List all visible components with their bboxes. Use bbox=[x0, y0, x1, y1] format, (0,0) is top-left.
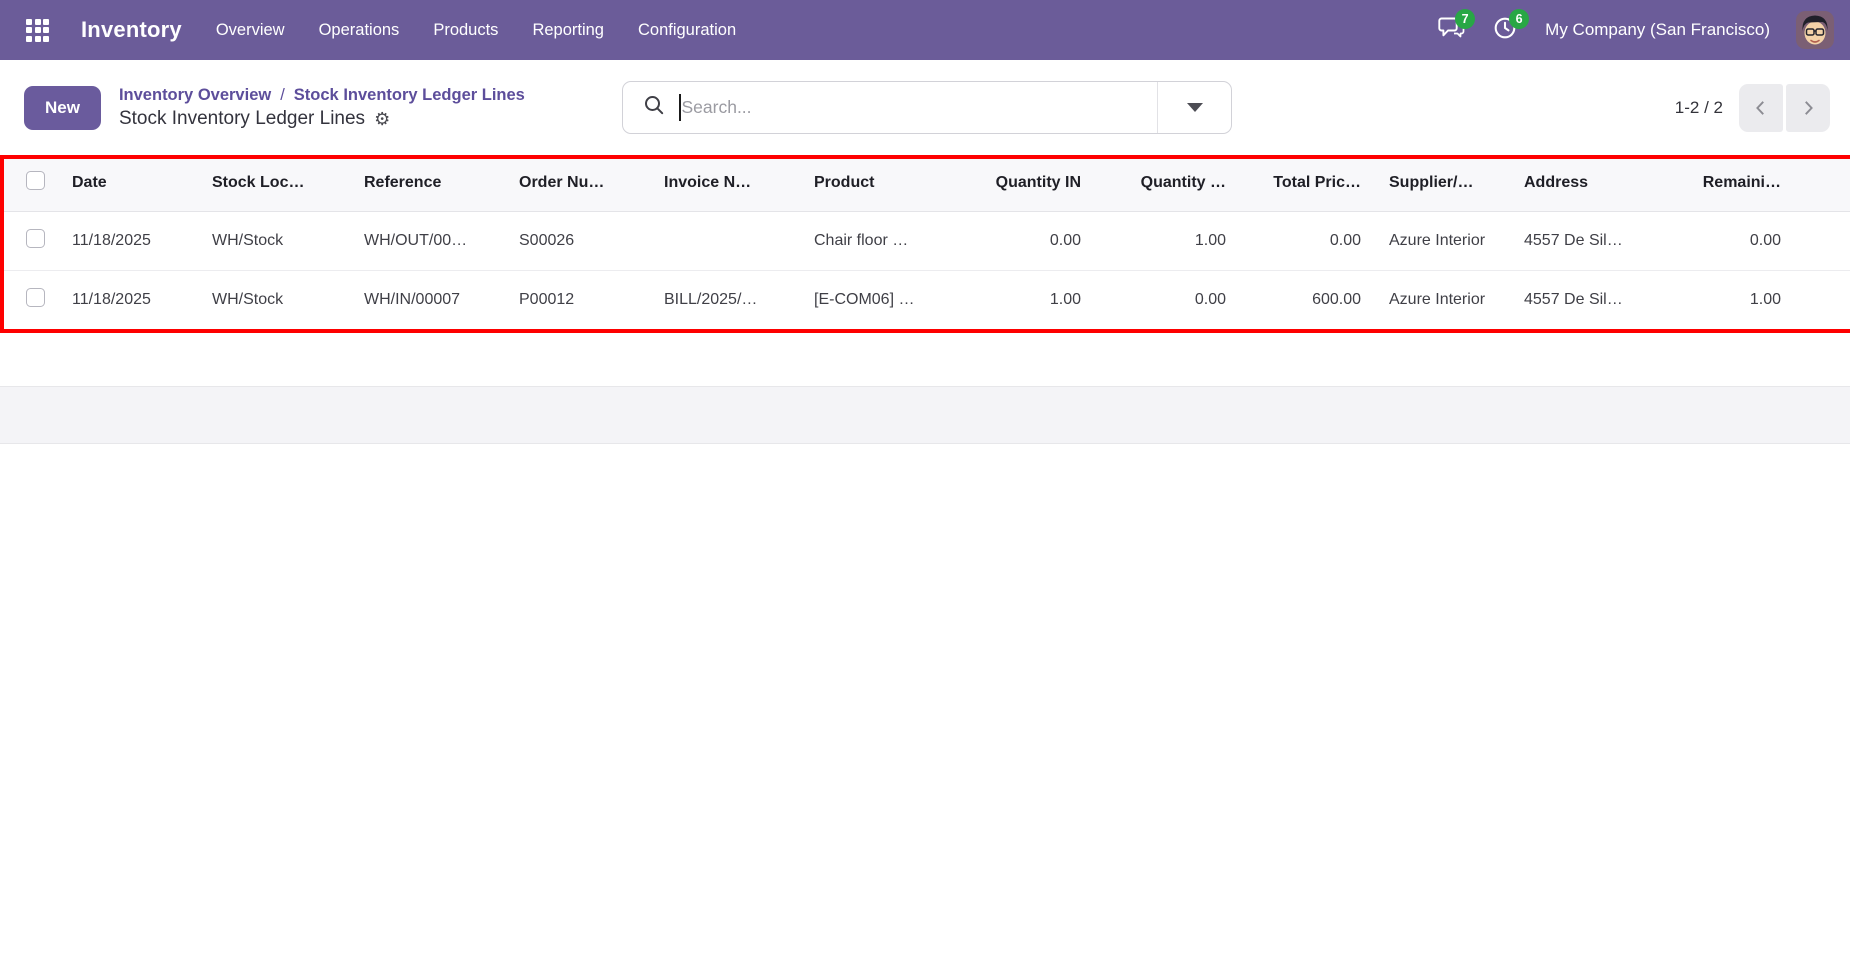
breadcrumb-parent-link[interactable]: Inventory Overview bbox=[119, 86, 271, 105]
column-header-quantity-out[interactable]: Quantity … bbox=[1095, 155, 1240, 211]
cell-supplier[interactable]: Azure Interior bbox=[1375, 211, 1510, 270]
table-row[interactable]: 11/18/2025 WH/Stock WH/OUT/00… S00026 Ch… bbox=[0, 211, 1850, 270]
apps-menu-icon[interactable] bbox=[24, 17, 51, 44]
activities-button[interactable]: 6 bbox=[1491, 16, 1519, 44]
nav-item-reporting[interactable]: Reporting bbox=[532, 21, 604, 40]
cell-address[interactable]: 4557 De Sil… bbox=[1510, 211, 1645, 270]
column-header-stock-location[interactable]: Stock Loc… bbox=[198, 155, 350, 211]
main-menu: Overview Operations Products Reporting C… bbox=[216, 21, 736, 40]
messages-badge: 7 bbox=[1455, 9, 1475, 29]
cell-product[interactable]: [E-COM06] … bbox=[800, 270, 955, 329]
top-navbar: Inventory Overview Operations Products R… bbox=[0, 0, 1850, 60]
empty-row-stripe bbox=[0, 330, 1850, 386]
column-header-total-price[interactable]: Total Pric… bbox=[1240, 155, 1375, 211]
list-view: Date Stock Loc… Reference Order Nu… Invo… bbox=[0, 155, 1850, 444]
search-bar bbox=[622, 81, 1232, 134]
cell-quantity-in[interactable]: 1.00 bbox=[955, 270, 1095, 329]
column-header-product[interactable]: Product bbox=[800, 155, 955, 211]
new-button[interactable]: New bbox=[24, 86, 101, 130]
cell-invoice-number[interactable]: BILL/2025/… bbox=[650, 270, 800, 329]
empty-row-stripe-shaded bbox=[0, 386, 1850, 444]
table-header-row: Date Stock Loc… Reference Order Nu… Invo… bbox=[0, 155, 1850, 211]
breadcrumb-separator: / bbox=[280, 86, 285, 105]
control-panel: New Inventory Overview / Stock Inventory… bbox=[0, 60, 1850, 155]
column-header-order-number[interactable]: Order Nu… bbox=[505, 155, 650, 211]
column-header-invoice-number[interactable]: Invoice N… bbox=[650, 155, 800, 211]
breadcrumb-current-link[interactable]: Stock Inventory Ledger Lines bbox=[294, 86, 525, 105]
column-header-remaining[interactable]: Remaini… bbox=[1645, 155, 1795, 211]
nav-item-products[interactable]: Products bbox=[433, 21, 498, 40]
cell-remaining[interactable]: 1.00 bbox=[1645, 270, 1795, 329]
page-title: Stock Inventory Ledger Lines bbox=[119, 108, 365, 130]
select-all-checkbox[interactable] bbox=[26, 171, 45, 190]
cell-quantity-in[interactable]: 0.00 bbox=[955, 211, 1095, 270]
cell-quantity-out[interactable]: 0.00 bbox=[1095, 270, 1240, 329]
cell-invoice-number[interactable] bbox=[650, 211, 800, 270]
cell-supplier[interactable]: Azure Interior bbox=[1375, 270, 1510, 329]
cell-reference[interactable]: WH/IN/00007 bbox=[350, 270, 505, 329]
app-name[interactable]: Inventory bbox=[81, 17, 182, 43]
cell-date[interactable]: 11/18/2025 bbox=[58, 211, 198, 270]
cell-order-number[interactable]: S00026 bbox=[505, 211, 650, 270]
nav-item-operations[interactable]: Operations bbox=[319, 21, 400, 40]
table-row[interactable]: 11/18/2025 WH/Stock WH/IN/00007 P00012 B… bbox=[0, 270, 1850, 329]
column-header-address[interactable]: Address bbox=[1510, 155, 1645, 211]
cell-product[interactable]: Chair floor … bbox=[800, 211, 955, 270]
search-icon bbox=[643, 94, 679, 121]
column-header-reference[interactable]: Reference bbox=[350, 155, 505, 211]
activities-badge: 6 bbox=[1509, 9, 1529, 29]
gear-icon[interactable]: ⚙ bbox=[374, 110, 390, 128]
company-switcher[interactable]: My Company (San Francisco) bbox=[1545, 20, 1770, 40]
pager-next-button[interactable] bbox=[1786, 84, 1830, 132]
cell-remaining[interactable]: 0.00 bbox=[1645, 211, 1795, 270]
text-cursor bbox=[679, 94, 681, 121]
messages-button[interactable]: 7 bbox=[1437, 16, 1465, 44]
column-header-date[interactable]: Date bbox=[58, 155, 198, 211]
breadcrumb: Inventory Overview / Stock Inventory Led… bbox=[119, 86, 525, 130]
cell-address[interactable]: 4557 De Sil… bbox=[1510, 270, 1645, 329]
nav-item-overview[interactable]: Overview bbox=[216, 21, 285, 40]
cell-reference[interactable]: WH/OUT/00… bbox=[350, 211, 505, 270]
column-header-supplier[interactable]: Supplier/… bbox=[1375, 155, 1510, 211]
cell-order-number[interactable]: P00012 bbox=[505, 270, 650, 329]
pager-previous-button[interactable] bbox=[1739, 84, 1783, 132]
nav-item-configuration[interactable]: Configuration bbox=[638, 21, 736, 40]
column-header-quantity-in[interactable]: Quantity IN bbox=[955, 155, 1095, 211]
search-input[interactable] bbox=[682, 97, 1144, 118]
cell-quantity-out[interactable]: 1.00 bbox=[1095, 211, 1240, 270]
search-dropdown-toggle[interactable] bbox=[1157, 82, 1231, 133]
ledger-lines-table: Date Stock Loc… Reference Order Nu… Invo… bbox=[0, 155, 1850, 330]
pager bbox=[1739, 84, 1830, 132]
row-checkbox[interactable] bbox=[26, 229, 45, 248]
chevron-down-icon bbox=[1187, 103, 1203, 112]
cell-stock-location[interactable]: WH/Stock bbox=[198, 211, 350, 270]
pager-range: 1-2 / 2 bbox=[1675, 98, 1723, 118]
cell-date[interactable]: 11/18/2025 bbox=[58, 270, 198, 329]
odoo-inventory-app: { "nav": { "app_name": "Inventory", "men… bbox=[0, 0, 1850, 966]
chevron-left-icon bbox=[1752, 99, 1770, 117]
cell-stock-location[interactable]: WH/Stock bbox=[198, 270, 350, 329]
user-avatar[interactable] bbox=[1796, 11, 1834, 49]
cell-total-price[interactable]: 600.00 bbox=[1240, 270, 1375, 329]
cell-total-price[interactable]: 0.00 bbox=[1240, 211, 1375, 270]
chevron-right-icon bbox=[1799, 99, 1817, 117]
row-checkbox[interactable] bbox=[26, 288, 45, 307]
